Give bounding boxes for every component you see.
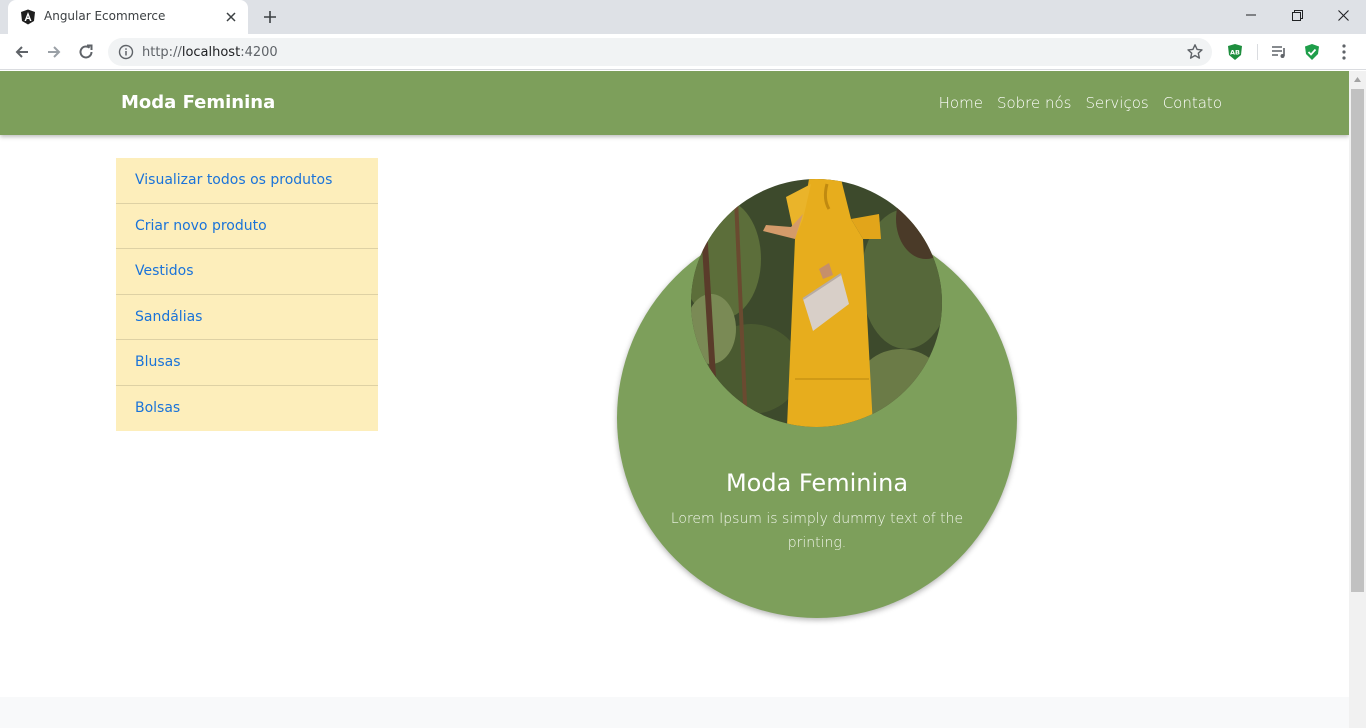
browser-titlebar: Angular Ecommerce: [0, 0, 1366, 34]
restore-icon[interactable]: [1274, 0, 1320, 30]
sidebar-item-all-products[interactable]: Visualizar todos os produtos: [116, 158, 378, 204]
scrollbar-thumb[interactable]: [1351, 89, 1364, 592]
footer-strip: [0, 697, 1349, 728]
page-viewport: Moda Feminina Home Sobre nós Serviços Co…: [0, 71, 1349, 728]
nav-link-sobre-nos[interactable]: Sobre nós: [997, 94, 1072, 112]
hero-photo: [691, 179, 942, 427]
svg-text:AB: AB: [1230, 49, 1240, 57]
nav-link-servicos[interactable]: Serviços: [1086, 94, 1149, 112]
bookmark-star-icon[interactable]: [1186, 43, 1204, 61]
nav-link-contato[interactable]: Contato: [1163, 94, 1222, 112]
site-info-icon[interactable]: [118, 44, 134, 60]
page-scrollbar[interactable]: [1349, 71, 1366, 728]
hero-description: Lorem Ipsum is simply dummy text of the …: [670, 511, 964, 551]
reload-icon[interactable]: [72, 38, 100, 66]
address-bar[interactable]: http://localhost:4200: [108, 38, 1212, 66]
chrome-menu-icon[interactable]: [1334, 42, 1354, 62]
toolbar-separator: [1257, 44, 1258, 60]
close-window-icon[interactable]: [1320, 0, 1366, 30]
sidebar-item-label: Vestidos: [135, 263, 194, 280]
hero-title: Moda Feminina: [725, 469, 909, 497]
sidebar-item-label: Criar novo produto: [135, 217, 267, 234]
tab-close-icon[interactable]: [222, 8, 240, 26]
media-control-icon[interactable]: [1269, 42, 1289, 62]
sidebar-item-label: Visualizar todos os produtos: [135, 172, 333, 189]
sidebar-item-label: Bolsas: [135, 400, 181, 417]
tab-title: Angular Ecommerce: [44, 9, 166, 23]
site-navbar: Moda Feminina Home Sobre nós Serviços Co…: [0, 71, 1349, 135]
scroll-up-arrow-icon[interactable]: [1349, 71, 1366, 88]
sidebar-item-blusas[interactable]: Blusas: [116, 340, 378, 386]
sidebar-item-label: Sandálias: [135, 308, 203, 325]
new-tab-icon[interactable]: [258, 5, 282, 29]
forward-icon[interactable]: [40, 38, 68, 66]
angular-icon: [21, 9, 35, 25]
browser-toolbar: http://localhost:4200 AB: [0, 34, 1366, 70]
browser-tab[interactable]: Angular Ecommerce: [8, 0, 248, 34]
nav-links: Home Sobre nós Serviços Contato: [939, 94, 1222, 112]
brand-logo[interactable]: Moda Feminina: [121, 92, 275, 113]
sidebar-item-vestidos[interactable]: Vestidos: [116, 249, 378, 295]
back-icon[interactable]: [8, 38, 36, 66]
security-extension-icon[interactable]: [1302, 42, 1322, 62]
minimize-icon[interactable]: [1228, 0, 1274, 30]
category-sidebar: Visualizar todos os produtos Criar novo …: [116, 158, 378, 431]
url-text: http://localhost:4200: [142, 45, 278, 60]
sidebar-item-label: Blusas: [135, 354, 181, 371]
adblock-extension-icon[interactable]: AB: [1225, 42, 1245, 62]
sidebar-item-sandalias[interactable]: Sandálias: [116, 295, 378, 340]
sidebar-item-bolsas[interactable]: Bolsas: [116, 386, 378, 432]
sidebar-item-new-product[interactable]: Criar novo produto: [116, 204, 378, 249]
nav-link-home[interactable]: Home: [939, 94, 983, 112]
